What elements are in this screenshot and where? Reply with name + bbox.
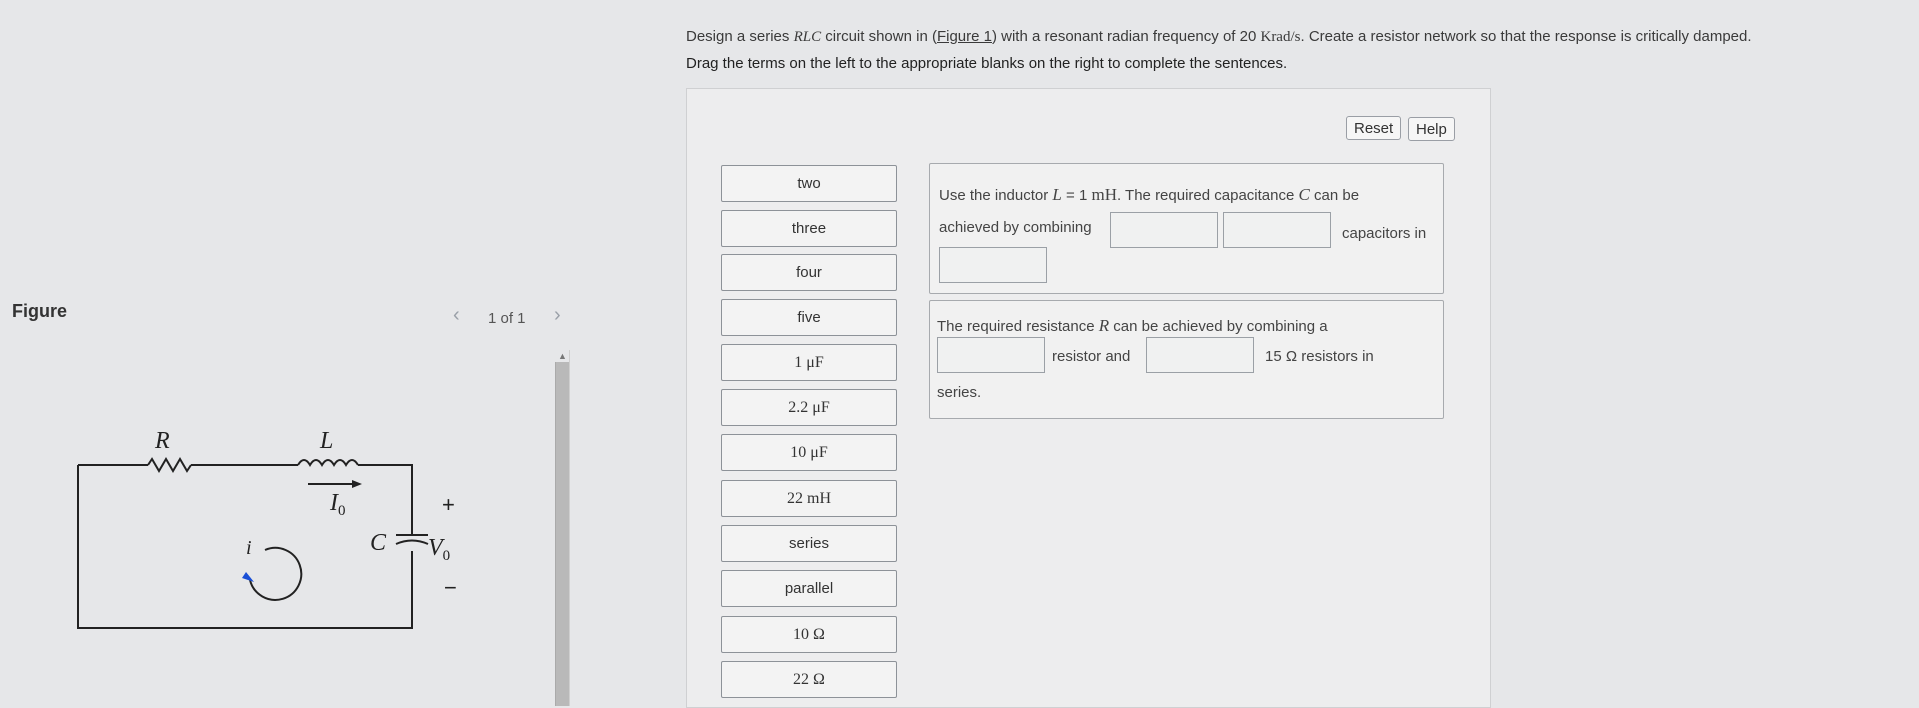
term-five[interactable]: five bbox=[721, 299, 897, 336]
sentence-capacitance: Use the inductor L = 1 mH. The required … bbox=[929, 163, 1444, 294]
reset-button[interactable]: Reset bbox=[1346, 116, 1402, 140]
term-label: parallel bbox=[784, 580, 834, 597]
question-part: ) with a resonant radian frequency of 20 bbox=[991, 28, 1261, 45]
circuit-wire bbox=[77, 465, 413, 629]
sentence-text: . The required capacitance bbox=[1116, 187, 1299, 204]
capacitor-icon bbox=[395, 534, 429, 545]
question-part: Design a series bbox=[686, 28, 794, 45]
term-1uF[interactable]: 1 μF bbox=[721, 344, 897, 381]
term-10ohm[interactable]: 10 Ω bbox=[721, 616, 897, 653]
help-button[interactable]: Help bbox=[1408, 117, 1455, 141]
term-label: 22 mH bbox=[787, 489, 831, 507]
term-label: 1 μF bbox=[794, 353, 824, 371]
term-two[interactable]: two bbox=[721, 165, 897, 202]
resistor-icon bbox=[147, 457, 192, 473]
term-label: 10 μF bbox=[790, 443, 828, 461]
figure-scrollbar[interactable] bbox=[555, 362, 570, 706]
term-label: 10 Ω bbox=[793, 625, 825, 643]
term-series[interactable]: series bbox=[721, 525, 897, 562]
term-10uF[interactable]: 10 μF bbox=[721, 434, 897, 471]
sentence-text: achieved by combining bbox=[939, 219, 1092, 236]
question-part: circuit shown in ( bbox=[821, 28, 937, 45]
blank-3[interactable] bbox=[939, 247, 1047, 283]
loop-current-icon bbox=[249, 546, 303, 601]
label-L: L bbox=[319, 428, 333, 454]
sentence-text: can be bbox=[1309, 187, 1360, 204]
var-R: R bbox=[1098, 316, 1110, 335]
sentence-text: can be achieved by combining a bbox=[1109, 318, 1328, 335]
blank-5[interactable] bbox=[1146, 337, 1254, 373]
term-label: three bbox=[791, 220, 827, 237]
inductor-icon bbox=[297, 459, 359, 467]
circuit-wire bbox=[358, 464, 413, 535]
rlc-circuit-diagram: R L I0 i C V0 + − bbox=[77, 428, 457, 629]
var-L: L bbox=[1052, 185, 1062, 204]
krad-unit: Krad/s bbox=[1260, 29, 1301, 45]
blank-2[interactable] bbox=[1223, 212, 1331, 248]
prev-figure-icon[interactable]: ‹ bbox=[453, 304, 460, 327]
figure-divider bbox=[569, 350, 570, 706]
term-label: 2.2 μF bbox=[788, 398, 830, 416]
question-part: . Create a resistor network so that the … bbox=[1300, 28, 1752, 45]
sentence1-line1: Use the inductor L = 1 mH. The required … bbox=[939, 185, 1359, 205]
label-minus: − bbox=[444, 575, 457, 600]
sentence-text: resistor and bbox=[1052, 348, 1131, 365]
term-parallel[interactable]: parallel bbox=[721, 570, 897, 607]
label-R: R bbox=[154, 428, 170, 454]
term-2-2uF[interactable]: 2.2 μF bbox=[721, 389, 897, 426]
blank-1[interactable] bbox=[1110, 212, 1218, 248]
label-V0: V0 bbox=[428, 535, 450, 564]
label-C: C bbox=[370, 530, 387, 556]
term-label: two bbox=[797, 175, 821, 192]
sentence-resistance: The required resistance R can be achieve… bbox=[929, 300, 1444, 419]
sentence-text: 15 Ω resistors in bbox=[1265, 348, 1374, 365]
label-i: i bbox=[246, 537, 252, 559]
term-four[interactable]: four bbox=[721, 254, 897, 291]
sentence-text: = 1 bbox=[1061, 187, 1092, 204]
sentence-text: The required resistance bbox=[937, 318, 1099, 335]
figure-pager: 1 of 1 bbox=[488, 310, 526, 327]
label-I0: I0 bbox=[329, 490, 346, 519]
sentence-text: capacitors in bbox=[1342, 225, 1427, 242]
unit-mH: mH bbox=[1091, 185, 1117, 204]
next-figure-icon[interactable]: › bbox=[554, 304, 561, 327]
term-label: series bbox=[788, 535, 829, 552]
scroll-up-icon[interactable]: ▲ bbox=[558, 351, 567, 361]
label-plus: + bbox=[442, 492, 455, 517]
figure-link[interactable]: Figure 1 bbox=[937, 28, 992, 45]
term-label: 22 Ω bbox=[793, 670, 825, 688]
instructions: Drag the terms on the left to the approp… bbox=[686, 55, 1288, 72]
sentence-text: Use the inductor bbox=[939, 187, 1053, 204]
term-22ohm[interactable]: 22 Ω bbox=[721, 661, 897, 698]
term-label: five bbox=[797, 309, 821, 326]
question-text: Design a series RLC circuit shown in (Fi… bbox=[686, 28, 1752, 46]
rlc-label: RLC bbox=[793, 29, 822, 45]
var-C: C bbox=[1298, 185, 1310, 204]
sentence-text: series. bbox=[937, 384, 982, 401]
sentence2-line1: The required resistance R can be achieve… bbox=[937, 316, 1328, 336]
term-three[interactable]: three bbox=[721, 210, 897, 247]
figure-label: Figure bbox=[12, 301, 68, 321]
blank-4[interactable] bbox=[937, 337, 1045, 373]
term-22mH[interactable]: 22 mH bbox=[721, 480, 897, 517]
term-label: four bbox=[796, 264, 822, 281]
